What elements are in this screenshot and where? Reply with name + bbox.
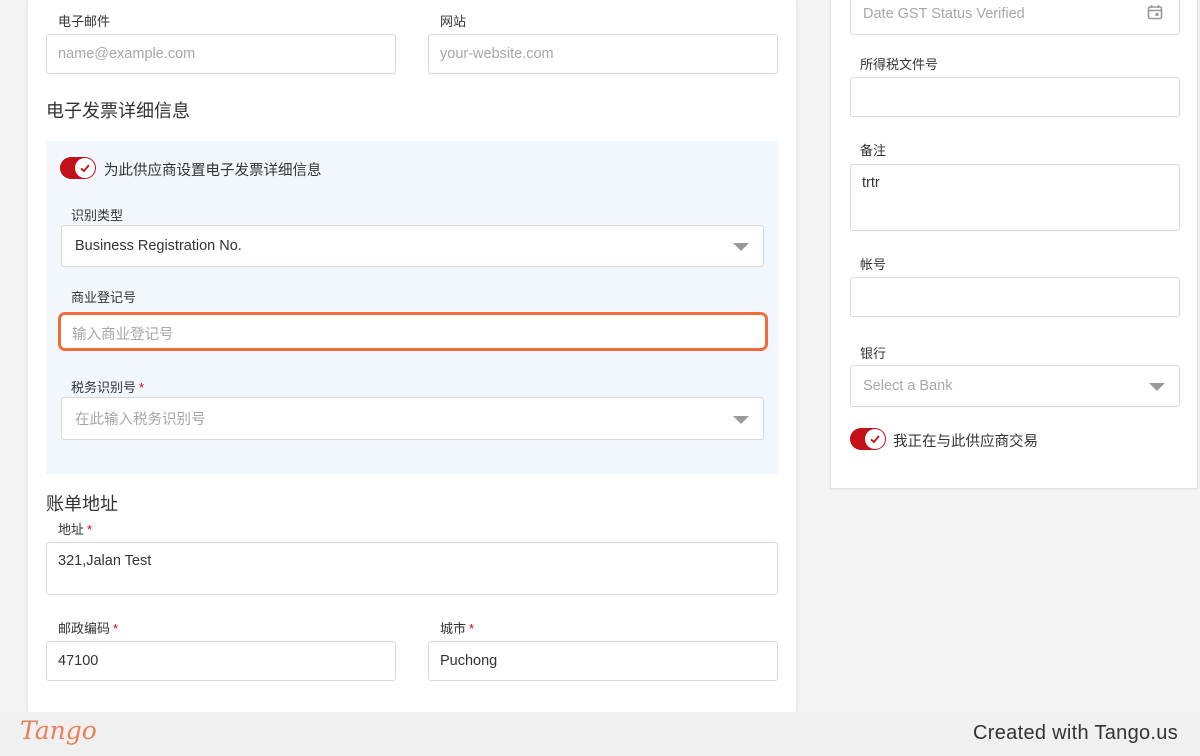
website-input[interactable]: your-website.com [428, 34, 778, 74]
bank-placeholder: Select a Bank [863, 378, 953, 394]
calendar-icon[interactable] [1147, 4, 1163, 24]
bank-label: 银行 [860, 346, 887, 361]
chevron-down-icon [1149, 383, 1165, 391]
chevron-down-icon [733, 415, 749, 424]
income-tax-label: 所得税文件号 [860, 57, 939, 72]
tin-placeholder: 在此输入税务识别号 [75, 412, 206, 428]
address-label: 地址 * [58, 522, 93, 537]
website-placeholder: your-website.com [440, 46, 554, 62]
brn-input[interactable]: 输入商业登记号 [58, 312, 768, 351]
postcode-input[interactable]: 47100 [46, 641, 396, 681]
created-with-credit: Created with Tango.us [973, 722, 1178, 744]
id-type-value: Business Registration No. [75, 238, 242, 254]
bank-select[interactable]: Select a Bank [850, 365, 1180, 407]
gst-date-placeholder: Date GST Status Verified [863, 6, 1025, 22]
trading-toggle[interactable] [850, 428, 886, 450]
check-icon [75, 158, 95, 178]
required-mark: * [113, 621, 119, 636]
tango-logo: Tango [20, 716, 97, 745]
postcode-value: 47100 [58, 653, 99, 669]
city-value: Puchong [440, 653, 498, 669]
einvoice-toggle-label: 为此供应商设置电子发票详细信息 [104, 163, 322, 179]
notes-input[interactable]: trtr [850, 164, 1180, 231]
billing-address-heading: 账单地址 [46, 494, 118, 514]
chevron-down-icon [733, 243, 749, 251]
income-tax-input[interactable] [850, 77, 1180, 117]
email-input[interactable]: name@example.com [46, 34, 396, 74]
city-label: 城市 * [440, 621, 475, 636]
einvoice-heading: 电子发票详细信息 [46, 101, 190, 121]
id-type-label: 识别类型 [71, 208, 124, 223]
notes-value: trtr [862, 175, 880, 191]
notes-label: 备注 [860, 143, 887, 158]
trading-toggle-label: 我正在与此供应商交易 [893, 434, 1038, 450]
city-input[interactable]: Puchong [428, 641, 778, 681]
required-mark: * [139, 380, 145, 395]
required-mark: * [469, 621, 475, 636]
account-input[interactable] [850, 277, 1180, 317]
address-value: 321,Jalan Test [58, 553, 152, 569]
vendor-form-left-card: 电子邮件 name@example.com 网站 your-website.co… [28, 0, 796, 712]
required-mark: * [87, 522, 93, 537]
footer-bar: Tango Created with Tango.us [0, 712, 1200, 756]
account-label: 帐号 [860, 257, 887, 272]
gst-date-input[interactable]: Date GST Status Verified [850, 0, 1180, 35]
id-type-select[interactable]: Business Registration No. [61, 225, 764, 267]
address-input[interactable]: 321,Jalan Test [46, 542, 778, 595]
einvoice-toggle[interactable] [60, 157, 96, 179]
check-icon [865, 429, 885, 449]
email-placeholder: name@example.com [58, 46, 196, 62]
tin-select[interactable]: 在此输入税务识别号 [61, 397, 764, 440]
brn-placeholder: 输入商业登记号 [72, 327, 174, 343]
brn-label: 商业登记号 [71, 290, 137, 305]
email-label: 电子邮件 [58, 14, 111, 29]
postcode-label: 邮政编码 * [58, 621, 119, 636]
einvoice-panel: 为此供应商设置电子发票详细信息 识别类型 Business Registrati… [46, 141, 778, 474]
website-label: 网站 [440, 14, 467, 29]
tin-label: 税务识别号 * [71, 380, 145, 395]
vendor-form-right-card: Date GST Status Verified 所得税文件号 备注 trtr … [830, 0, 1198, 489]
